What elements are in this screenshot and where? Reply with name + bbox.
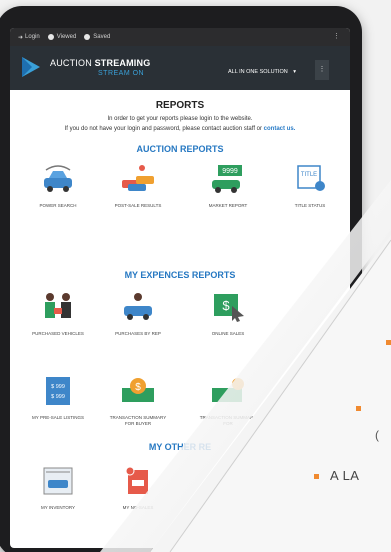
viewed-label: Viewed [56, 34, 77, 40]
tile-label: MY PRE-SALE LISTINGS [32, 415, 84, 420]
tile-label: MY NO-SALES [122, 505, 154, 510]
tile-label: POWER SEARCH [39, 203, 77, 208]
rep-car-icon [124, 293, 152, 320]
eye-icon [47, 34, 54, 40]
tile-purchases-by-rep[interactable]: PURCHASES BY REP [108, 292, 168, 337]
intro-line-2: If you do not have your login and passwo… [10, 126, 350, 132]
site-header: AUCTION STREAMING STREAM ON ALL IN ONE S… [10, 46, 350, 90]
tile-online-sales[interactable]: $ ONLINE SALES [198, 292, 258, 337]
car-search-icon [44, 165, 72, 192]
bullet-marker [386, 340, 391, 345]
money-stack-icon [212, 378, 244, 402]
tile-label: PURCHASED VEHICLES [32, 331, 84, 336]
section-title-other: MY OTHER RE [148, 442, 212, 452]
top-bar: ➜ Login Viewed Saved ⋮ [10, 28, 350, 46]
title-document-icon: TITLE [297, 165, 325, 191]
login-link[interactable]: ➜ Login [18, 34, 40, 41]
partial-text: ( [375, 428, 379, 442]
inventory-garage-icon [43, 467, 73, 495]
tile-transaction-summary[interactable]: TRANSACTION SUMMARY FOR [198, 376, 258, 427]
no-sale-document-icon [125, 466, 148, 494]
menu-button[interactable]: ⋮ [315, 60, 329, 80]
bullet-marker [314, 474, 319, 479]
tile-post-sale-results[interactable]: POST-SALE RESULTS [108, 164, 168, 209]
price-list-icon: $ 999 $ 999 [46, 377, 70, 405]
tile-my-no-sales[interactable]: MY NO-SALES [108, 466, 168, 511]
scene: ➜ Login Viewed Saved ⋮ AUCTION STREAMING… [0, 0, 391, 552]
handshake-people-icon [45, 293, 71, 318]
intro-line-1: In order to get your reports please logi… [107, 116, 253, 122]
price-text-2: $ 999 [51, 394, 65, 400]
coin-dollar-text: $ [135, 382, 141, 393]
reports-content: REPORTS In order to get your reports ple… [10, 90, 350, 548]
market-screen-text: 9999 [222, 168, 238, 175]
title-doc-text: TITLE [301, 172, 317, 178]
tile-transaction-summary-buyer[interactable]: $ TRANSACTION SUMMARY FOR BUYER [108, 376, 168, 427]
tile-label: MY INVENTORY [40, 505, 75, 510]
tablet-screen: ➜ Login Viewed Saved ⋮ AUCTION STREAMING… [10, 28, 350, 548]
star-icon [84, 34, 91, 40]
tile-pre-sale-listings[interactable]: $ 999 $ 999 MY PRE-SALE LISTINGS [28, 376, 88, 421]
solution-label: ALL IN ONE SOLUTION [228, 69, 288, 75]
tablet-frame: ➜ Login Viewed Saved ⋮ AUCTION STREAMING… [0, 6, 362, 552]
cars-lot-icon [122, 165, 154, 191]
topbar-more-icon[interactable]: ⋮ [333, 32, 340, 40]
solution-dropdown[interactable]: ALL IN ONE SOLUTION ▾ [228, 69, 296, 75]
brand-name[interactable]: AUCTION STREAMING [50, 58, 150, 68]
tile-label: TRANSACTION SUMMARY FOR [199, 415, 257, 426]
online-dollar-text: $ [222, 298, 230, 313]
brand-main: AUCTION [50, 58, 92, 68]
brand-tagline: STREAM ON [98, 70, 145, 77]
play-logo-icon[interactable] [20, 55, 42, 79]
tile-label: MARKET REPORT [208, 203, 248, 208]
viewed-link[interactable]: Viewed [47, 34, 77, 40]
contact-us-link[interactable]: contact us. [264, 126, 296, 132]
login-icon: ➜ [18, 34, 24, 41]
price-text-1: $ 999 [51, 384, 65, 390]
tile-my-inventory[interactable]: MY INVENTORY [28, 466, 88, 511]
section-title-expences: MY EXPENCES REPORTS [124, 270, 236, 280]
online-dollar-icon: $ [214, 294, 244, 322]
bullet-marker [356, 406, 361, 411]
section-title-auction: AUCTION REPORTS [136, 144, 224, 154]
chevron-down-icon: ▾ [293, 69, 296, 75]
market-screen-icon: 9999 [212, 165, 242, 193]
saved-link[interactable]: Saved [84, 34, 110, 40]
tile-label: POST-SALE RESULTS [114, 203, 162, 208]
tile-purchased-vehicles[interactable]: PURCHASED VEHICLES [28, 292, 88, 337]
tile-label: PURCHASES BY REP [115, 331, 161, 336]
tile-title-status[interactable]: TITLE TITLE STATUS [280, 164, 340, 209]
tile-label: TITLE STATUS [294, 203, 326, 208]
page-title: REPORTS [155, 100, 205, 111]
brand-bold: STREAMING [94, 58, 151, 68]
tile-power-search[interactable]: POWER SEARCH [28, 164, 88, 209]
tile-label: TRANSACTION SUMMARY FOR BUYER [109, 415, 167, 426]
intro-line-2-text: If you do not have your login and passwo… [64, 126, 262, 132]
tile-market-report[interactable]: 9999 MARKET REPORT [198, 164, 258, 209]
tile-label: ONLINE SALES [211, 331, 245, 336]
login-label: Login [25, 34, 40, 40]
tagline-text: A LA [330, 468, 360, 483]
saved-label: Saved [93, 34, 111, 40]
money-coin-icon: $ [122, 378, 154, 402]
